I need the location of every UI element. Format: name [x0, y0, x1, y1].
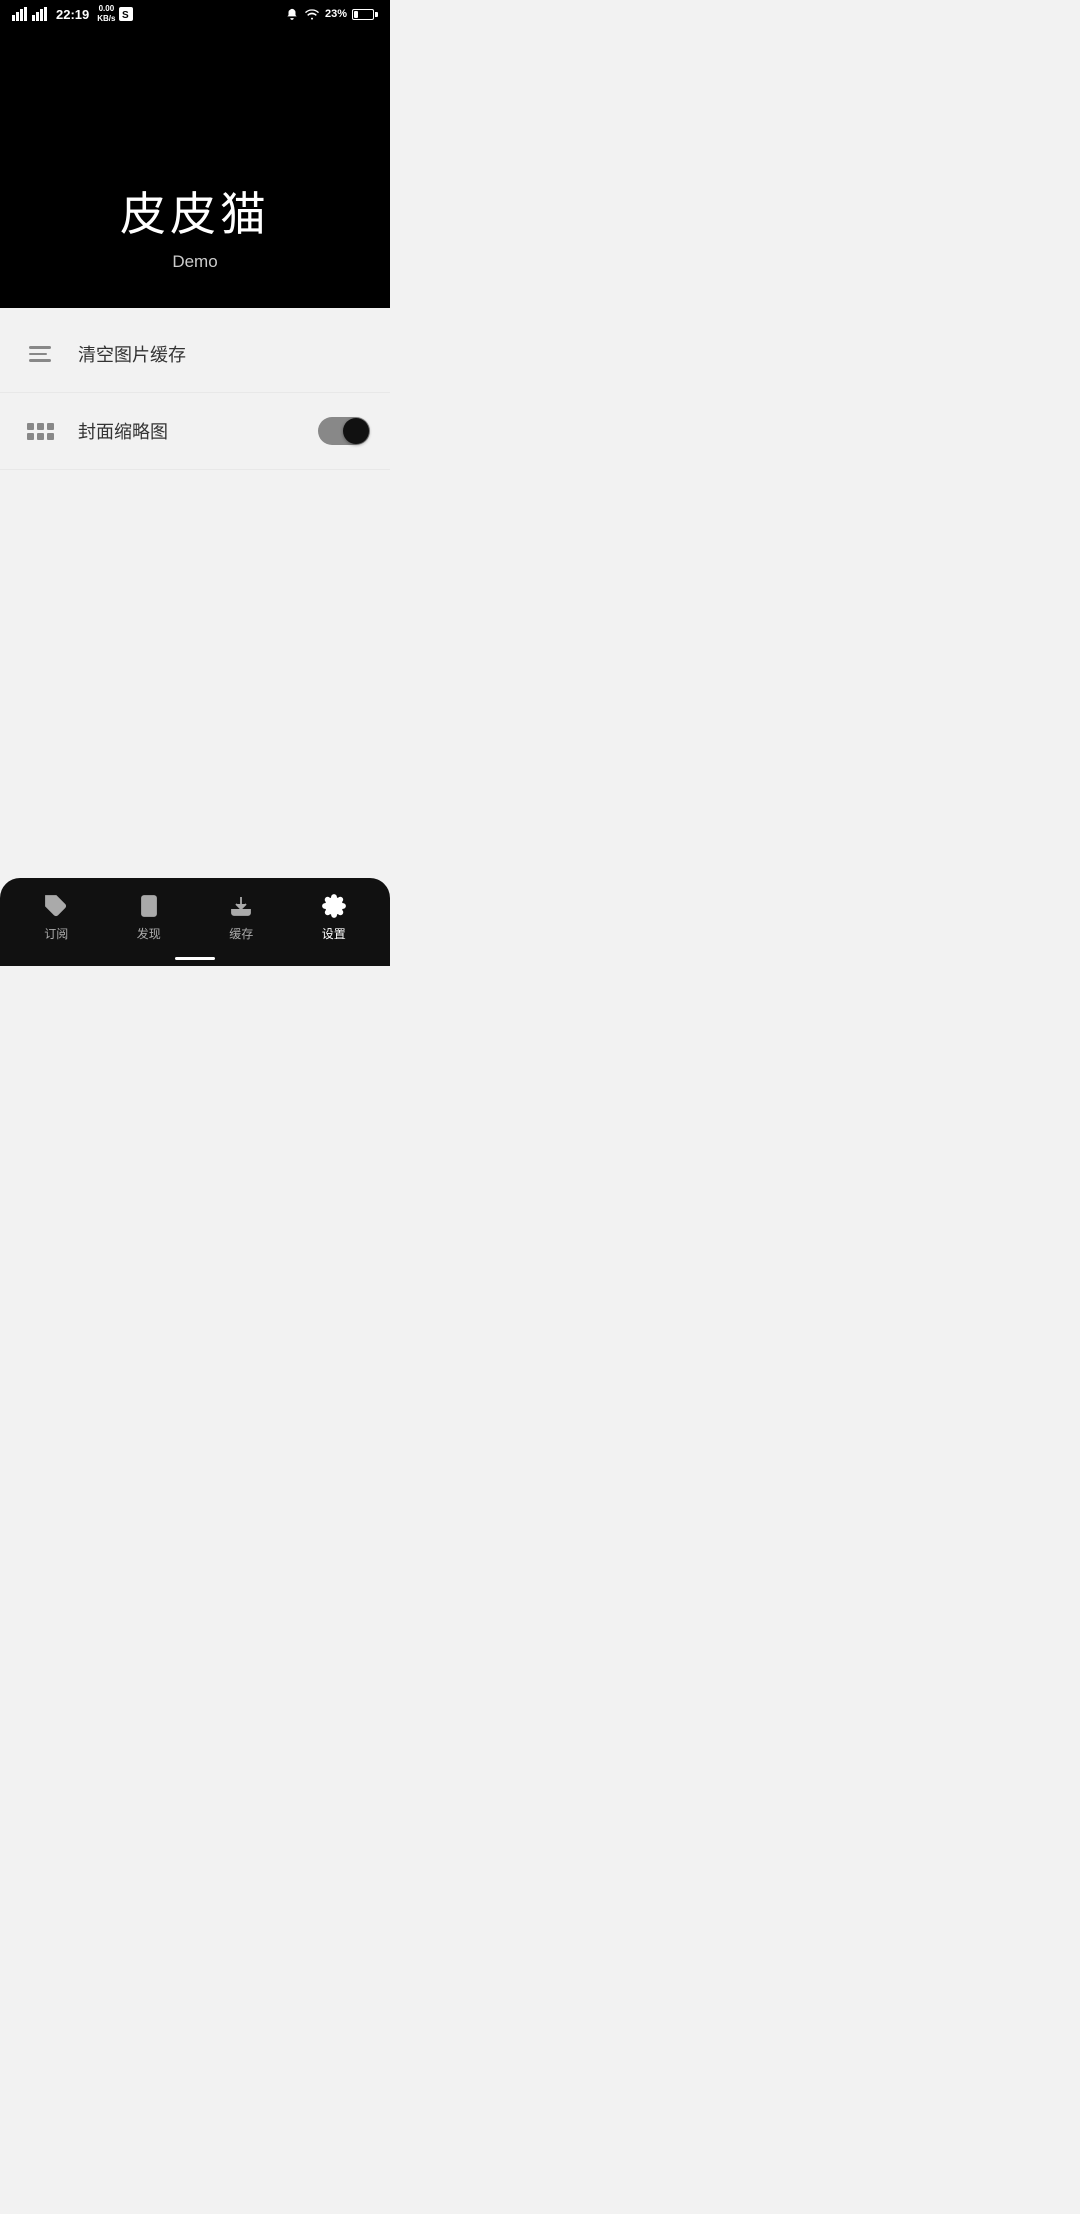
- nav-item-settings[interactable]: 设置: [288, 892, 381, 942]
- tag-icon: [42, 892, 70, 920]
- app-title: 皮皮猫: [120, 178, 270, 244]
- signal-icon-1: [12, 7, 28, 21]
- discover-icon: [135, 892, 163, 920]
- cover-thumbnail-label: 封面缩略图: [78, 418, 318, 444]
- download-icon: [227, 892, 255, 920]
- cover-thumbnail-icon: [20, 411, 60, 451]
- status-right: 23%: [285, 7, 378, 21]
- battery-icon: [352, 9, 378, 20]
- app-subtitle: Demo: [172, 252, 217, 272]
- clear-cache-label: 清空图片缓存: [78, 341, 370, 367]
- clear-cache-icon: [20, 334, 60, 374]
- nav-item-cache[interactable]: 缓存: [195, 892, 288, 942]
- nav-label-subscribe: 订阅: [44, 925, 68, 942]
- home-indicator: [175, 957, 215, 960]
- settings-icon: [320, 892, 348, 920]
- battery-percent: 23%: [325, 8, 347, 20]
- signal-icon-2: [32, 7, 48, 21]
- nav-item-subscribe[interactable]: 订阅: [10, 892, 103, 942]
- nav-item-discover[interactable]: 发现: [103, 892, 196, 942]
- content-spacer: [0, 478, 390, 878]
- status-time: 22:19: [56, 7, 89, 22]
- s-app-icon: S: [119, 7, 133, 21]
- clear-cache-item[interactable]: 清空图片缓存: [0, 316, 390, 393]
- cover-thumbnail-item[interactable]: 封面缩略图: [0, 393, 390, 470]
- bottom-nav: 订阅 发现 缓存: [0, 878, 390, 966]
- cover-thumbnail-toggle[interactable]: [318, 417, 370, 445]
- wifi-icon: [304, 7, 320, 21]
- mute-bell-icon: [285, 7, 299, 21]
- nav-label-cache: 缓存: [229, 925, 253, 942]
- nav-label-settings: 设置: [322, 925, 346, 942]
- nav-label-discover: 发现: [137, 925, 161, 942]
- svg-text:S: S: [122, 10, 129, 21]
- speed-indicator: 0.00 KB/s: [97, 4, 115, 23]
- hero-section: 皮皮猫 Demo: [0, 28, 390, 308]
- status-left: 22:19 0.00 KB/s S: [12, 4, 133, 23]
- settings-list: 清空图片缓存 封面缩略图: [0, 308, 390, 478]
- status-bar: 22:19 0.00 KB/s S 23%: [0, 0, 390, 28]
